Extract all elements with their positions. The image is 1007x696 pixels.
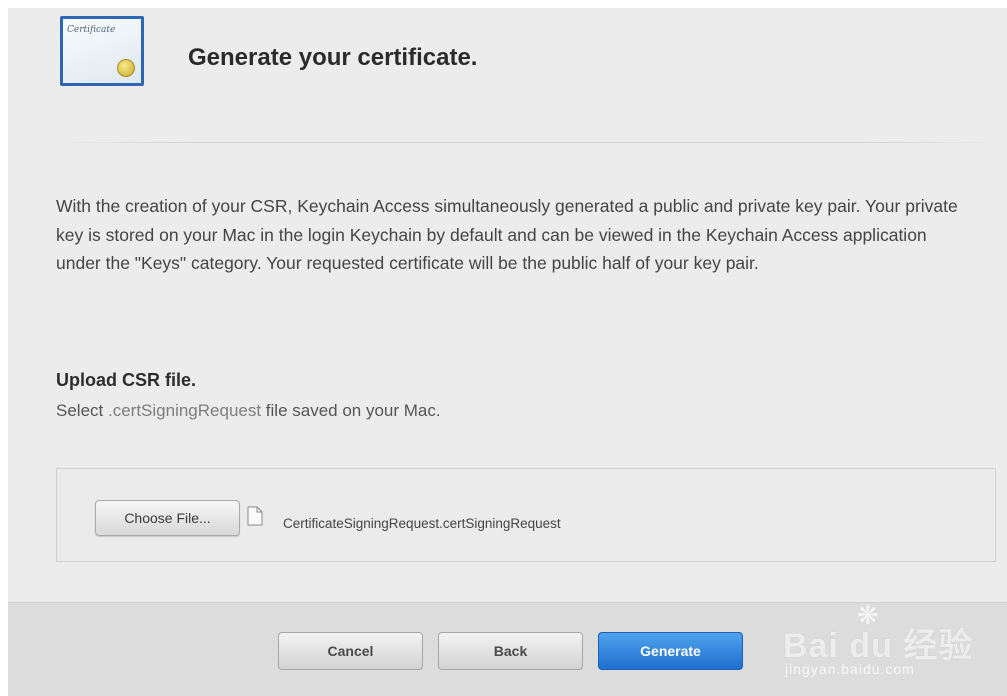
file-extension-text: .certSigningRequest [107,401,262,420]
main-panel: Certificate Generate your certificate. W… [8,8,1007,695]
certificate-icon-text: Certificate [67,25,116,35]
description-text: With the creation of your CSR, Keychain … [56,196,958,273]
document-icon [247,506,263,526]
header-divider [58,142,998,143]
watermark-brand: Bai du 经验 [783,627,974,665]
choose-file-button[interactable]: Choose File... [95,500,240,536]
baidu-watermark: ❋ Bai du 经验 jingyan.baidu.com [783,600,983,685]
upload-instructions: Select .certSigningRequest file saved on… [56,401,441,421]
back-button[interactable]: Back [438,632,583,670]
watermark-url: jingyan.baidu.com [785,661,915,677]
generate-button[interactable]: Generate [598,632,743,670]
seal-icon [117,59,135,77]
upload-instructions-prefix: Select [56,401,108,420]
upload-instructions-suffix: file saved on your Mac. [261,401,441,420]
file-upload-box: Choose File... CertificateSigningRequest… [56,468,996,562]
selected-file-name: CertificateSigningRequest.certSigningReq… [283,516,561,531]
upload-heading: Upload CSR file. [56,370,197,390]
page-title: Generate your certificate. [188,44,478,71]
cancel-button[interactable]: Cancel [278,632,423,670]
certificate-icon: Certificate [60,16,144,86]
